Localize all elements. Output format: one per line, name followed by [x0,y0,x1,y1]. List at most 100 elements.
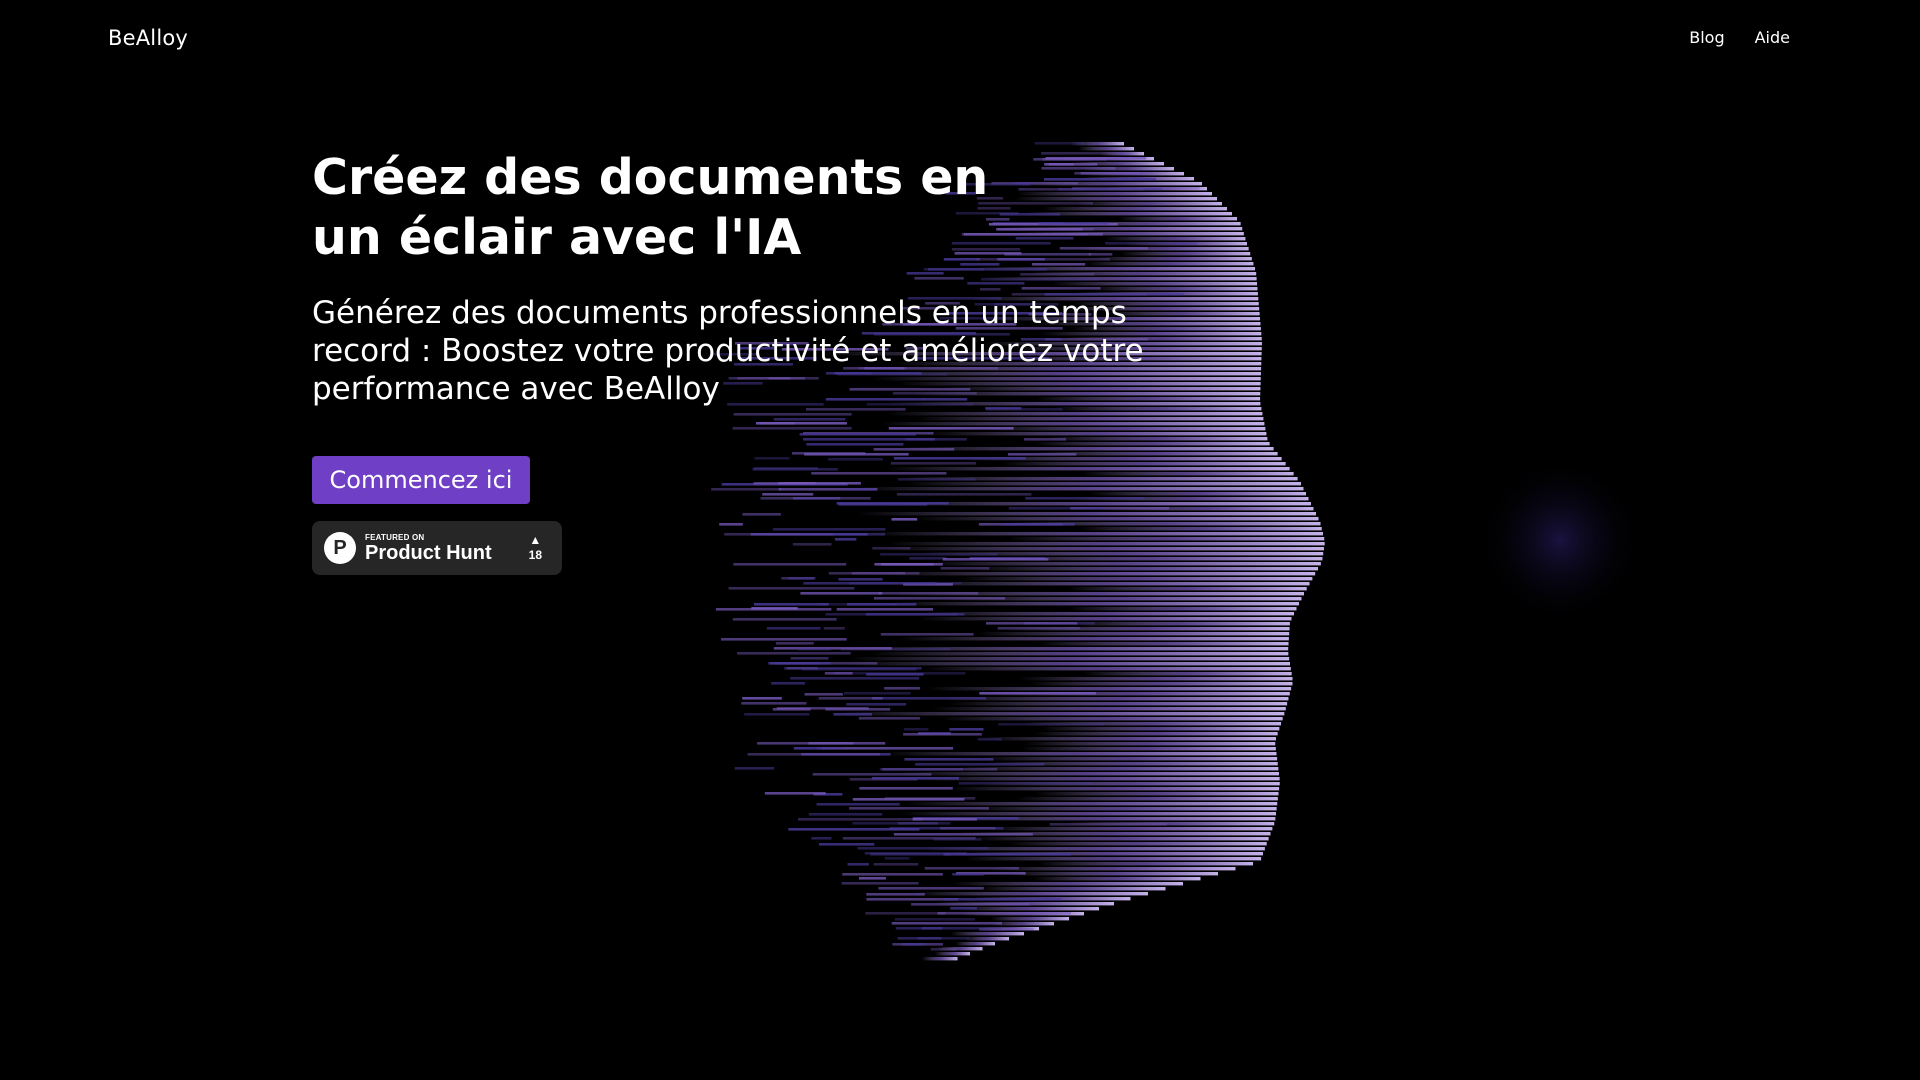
face-streak-fragment [732,618,837,621]
face-streak [951,787,1280,791]
face-streak [957,907,1099,911]
face-streak [1007,842,1267,846]
nav-link-blog[interactable]: Blog [1689,26,1724,50]
face-streak [1082,672,1292,676]
face-streak-fragment [751,607,798,610]
face-streak-fragment [911,903,1030,906]
face-streak [898,772,1279,776]
face-streak-fragment [871,777,959,780]
face-streak-fragment [986,622,1078,625]
face-streak-fragment [943,853,1071,856]
face-streak-fragment [804,693,843,696]
face-streak-fragment [849,582,962,585]
landing-page: BeAlloy Blog Aide Créez des documents en… [0,0,1920,1080]
upvote-count: 18 [528,548,542,562]
face-streak [909,777,1280,781]
product-hunt-badge[interactable]: P FEATURED ON Product Hunt ▲ 18 [312,521,562,575]
face-streak-fragment [904,728,929,731]
face-streak [987,827,1273,831]
face-streak [912,892,1148,896]
face-streak-fragment [858,877,886,880]
face-streak-fragment [847,863,869,866]
face-streak [1037,642,1289,646]
face-streak-fragment [741,702,807,705]
hero-subtitle: Générez des documents professionnels en … [312,295,1144,407]
face-streak-fragment [857,847,989,850]
face-streak-fragment [997,627,1080,630]
face-streak-fragment [882,768,998,771]
face-streak-fragment [824,672,853,675]
face-streak [957,767,1279,771]
face-streak [949,702,1288,706]
face-streak-fragment [924,867,1019,870]
face-streak [964,857,1262,861]
face-streak-fragment [866,673,924,676]
face-streak-fragment [764,792,826,795]
face-streak-fragment [897,937,942,940]
face-streak-fragment [884,797,976,800]
face-streak [1035,792,1279,796]
upvote-arrow-icon: ▲ [529,533,542,547]
face-streak [1033,877,1201,881]
face-streak-fragment [808,813,883,816]
face-streak-fragment [979,692,1097,695]
top-nav: Blog Aide [1689,26,1790,50]
nav-link-aide[interactable]: Aide [1755,26,1790,50]
face-streak-fragment [852,822,951,825]
face-streak-fragment [847,603,917,606]
face-streak-fragment [977,738,1002,741]
face-streak-fragment [836,608,934,611]
upvote-counter: ▲ 18 [529,533,542,563]
face-streak-fragment [772,708,811,711]
face-streak [950,932,1024,936]
face-streak-fragment [838,578,883,581]
face-streak-fragment [825,613,958,616]
face-streak [1041,727,1280,731]
face-streak-fragment [912,818,977,821]
face-streak-fragment [734,767,775,770]
face-streak-fragment [950,907,977,910]
face-streak [955,942,995,946]
face-streak [1005,872,1218,876]
face-streak-fragment [825,708,891,711]
brand-logo-link[interactable]: BeAlloy [108,24,188,52]
face-streak-fragment [872,697,987,700]
face-streak-fragment [747,753,880,756]
face-streak [970,807,1277,811]
face-streak [1016,797,1278,801]
face-streak-fragment [904,758,994,761]
face-streak-fragment [721,638,847,641]
face-streak-fragment [768,662,820,665]
face-streak-fragment [1049,823,1167,826]
face-streak [887,602,1299,606]
face-streak-fragment [816,803,900,806]
face-streak-fragment [937,912,1071,915]
face-streak [964,937,1009,941]
face-streak-fragment [866,893,925,896]
face-streak [834,712,1285,716]
face-streak [953,882,1183,886]
face-streak [941,697,1289,701]
face-streak-fragment [753,603,829,606]
face-streak-fragment [766,627,821,630]
face-streak-fragment [915,763,1045,766]
face-streak-fragment [891,922,1002,925]
face-streak [1037,862,1253,866]
face-streak-fragment [878,887,984,890]
face-streak-fragment [878,592,979,595]
face-streak-fragment [800,592,883,595]
face-streak [979,887,1166,891]
face-streak-fragment [841,882,919,885]
face-streak [1069,607,1297,611]
face-streak-fragment [884,687,920,690]
face-streak-fragment [808,742,886,745]
face-streak [868,652,1289,656]
face-streak-fragment [930,948,957,951]
face-streak [977,632,1290,636]
get-started-button[interactable]: Commencez ici [312,456,530,504]
face-streak [991,917,1069,921]
face-streak-fragment [775,642,814,645]
face-streak [843,662,1290,666]
face-streak-fragment [952,873,984,876]
face-streak-fragment [900,943,922,946]
